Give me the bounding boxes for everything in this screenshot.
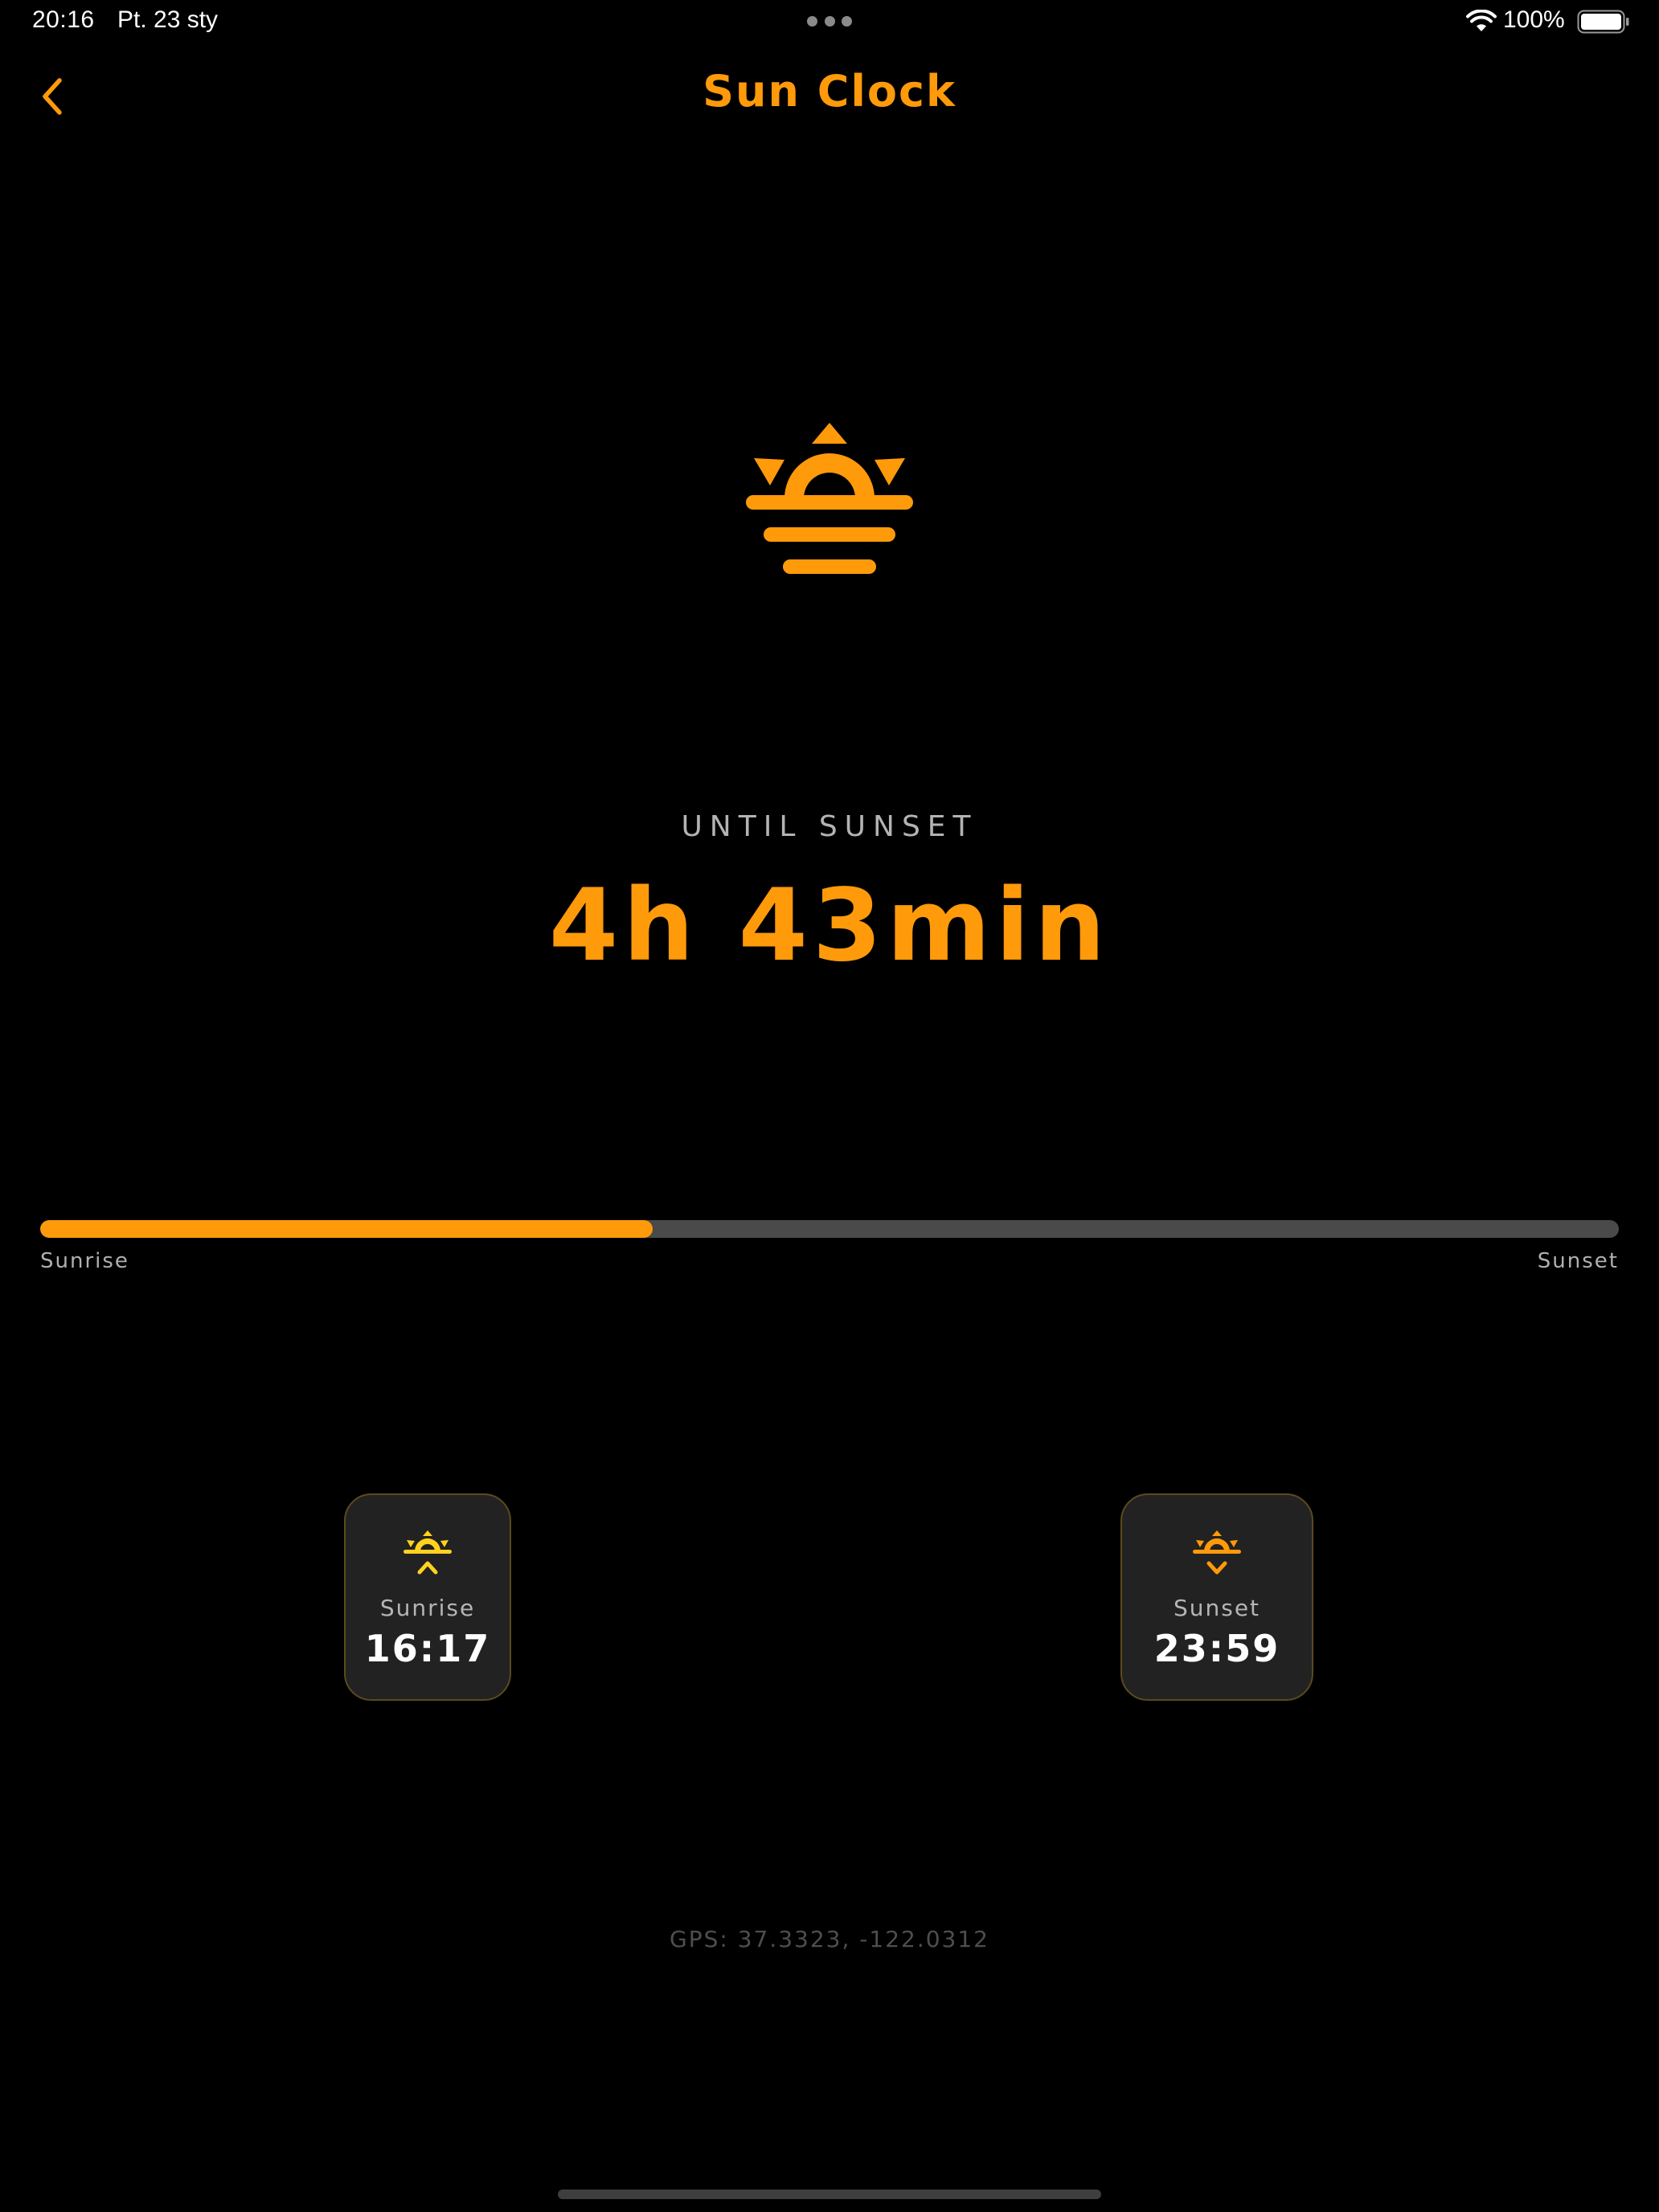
battery-percent: 100% [1503, 6, 1565, 33]
status-date: Pt. 23 sty [117, 6, 219, 33]
multitask-dots-icon[interactable] [807, 16, 852, 27]
sunset-time: 23:59 [1153, 1627, 1280, 1670]
page-title: Sun Clock [703, 66, 956, 117]
sunrise-icon [403, 1530, 452, 1575]
home-indicator[interactable] [558, 2189, 1101, 2199]
sunset-card: Sunset 23:59 [1120, 1493, 1313, 1701]
wifi-icon [1466, 10, 1497, 31]
sunrise-card: Sunrise 16:17 [344, 1493, 511, 1701]
progress-start-label: Sunrise [40, 1249, 129, 1273]
gps-coordinates: GPS: 37.3323, -122.0312 [670, 1926, 989, 1952]
sunrise-label: Sunrise [379, 1595, 476, 1621]
countdown-value: 4h 43min [548, 868, 1111, 984]
until-sunset-label: UNTIL SUNSET [681, 810, 978, 843]
status-time: 20:16 [32, 6, 95, 33]
day-progress-bar [40, 1220, 1619, 1238]
sunset-icon [746, 423, 913, 574]
day-progress-fill [40, 1220, 653, 1238]
sunset-icon [1193, 1530, 1241, 1575]
sunset-label: Sunset [1173, 1595, 1261, 1621]
sunrise-time: 16:17 [364, 1627, 491, 1670]
battery-icon [1577, 10, 1629, 34]
status-bar: 20:16 Pt. 23 sty 100% [0, 0, 1659, 45]
progress-end-label: Sunset [1537, 1249, 1619, 1273]
